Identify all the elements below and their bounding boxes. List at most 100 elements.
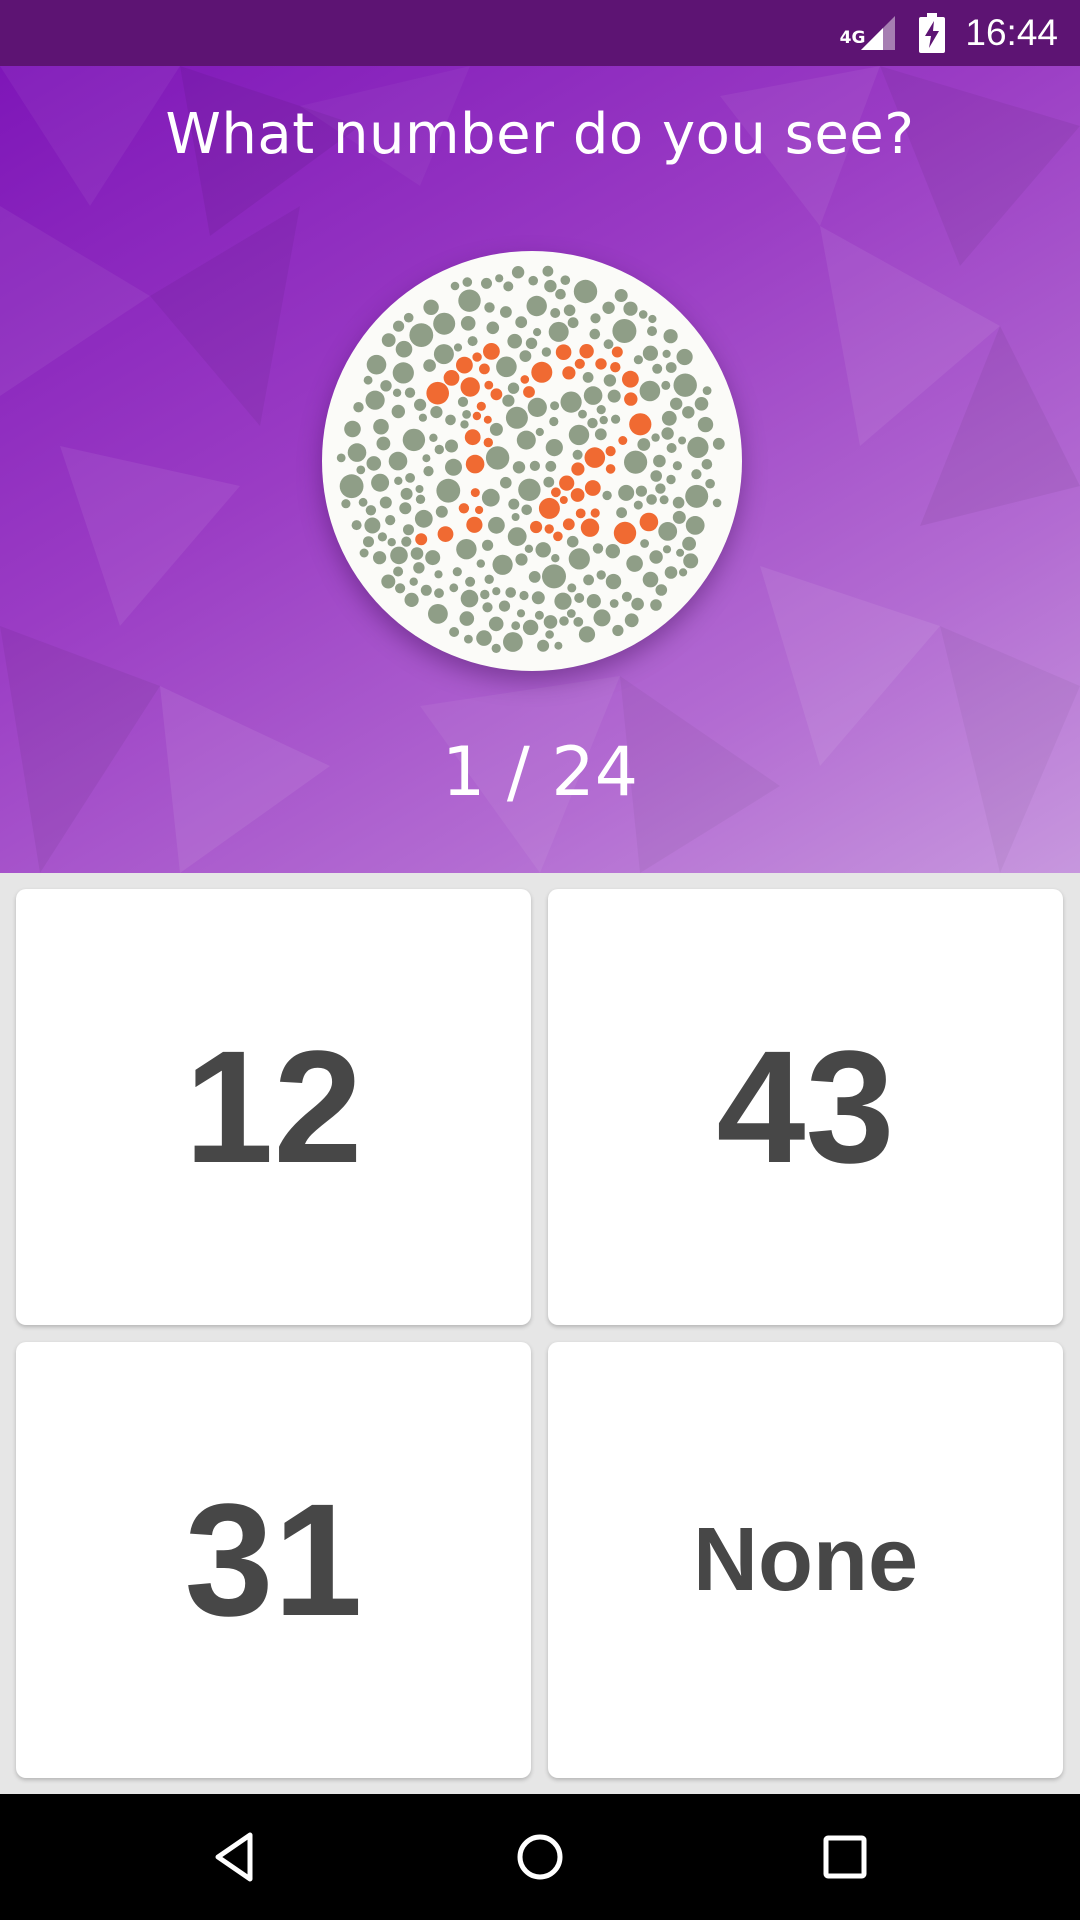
plate-dot bbox=[533, 328, 542, 337]
plate-dot bbox=[603, 339, 614, 350]
back-icon[interactable] bbox=[206, 1827, 266, 1887]
plate-dot bbox=[676, 548, 685, 557]
plate-dot bbox=[434, 444, 444, 455]
plate-dot bbox=[663, 329, 678, 344]
plate-dot bbox=[373, 551, 387, 565]
plate-dot bbox=[437, 526, 454, 542]
plate-dot bbox=[415, 494, 426, 504]
plate-dot bbox=[652, 363, 663, 374]
plate-dot bbox=[435, 505, 448, 518]
plate-dot bbox=[401, 536, 412, 547]
plate-dot bbox=[528, 571, 541, 583]
plate-dot bbox=[611, 414, 621, 424]
status-bar: 4G 16:44 bbox=[0, 0, 1080, 66]
plate-dot bbox=[336, 453, 346, 463]
plate-dot bbox=[365, 390, 385, 410]
plate-dot bbox=[520, 375, 530, 384]
plate-dot bbox=[351, 520, 362, 531]
plate-dot bbox=[379, 496, 392, 509]
plate-dot bbox=[426, 381, 449, 405]
recent-apps-icon[interactable] bbox=[815, 1827, 875, 1887]
plate-dot bbox=[380, 380, 392, 392]
plate-dot bbox=[638, 310, 648, 319]
plate-dot bbox=[420, 584, 432, 596]
plate-dot bbox=[618, 436, 628, 445]
plate-dot bbox=[685, 484, 709, 508]
plate-dot bbox=[409, 323, 434, 347]
answer-button-4[interactable]: None bbox=[548, 1342, 1063, 1778]
plate-dot bbox=[568, 548, 590, 570]
plate-dot bbox=[646, 494, 657, 505]
plate-dot bbox=[391, 404, 405, 419]
plate-dot bbox=[651, 433, 660, 442]
plate-dot bbox=[572, 449, 583, 460]
plate-dot bbox=[512, 461, 526, 474]
plate-dot bbox=[666, 443, 677, 453]
plate-dot bbox=[661, 427, 674, 440]
plate-dot bbox=[633, 500, 643, 510]
plate-dot bbox=[587, 417, 598, 429]
plate-dot bbox=[433, 312, 456, 335]
plate-dot bbox=[483, 437, 493, 448]
plate-dot bbox=[624, 450, 648, 474]
plate-dot bbox=[682, 536, 696, 551]
answer-button-2[interactable]: 43 bbox=[548, 889, 1063, 1325]
plate-dot bbox=[363, 375, 373, 385]
plate-dot bbox=[554, 592, 572, 610]
plate-dot bbox=[390, 546, 408, 565]
plate-dot bbox=[519, 350, 532, 362]
plate-dot bbox=[542, 564, 566, 589]
plate-dot bbox=[366, 456, 382, 471]
plate-dot bbox=[605, 544, 620, 559]
plate-dot bbox=[662, 545, 672, 554]
plate-dot bbox=[490, 388, 503, 401]
plate-dot bbox=[452, 567, 462, 577]
plate-dot bbox=[592, 543, 604, 554]
plate-dot bbox=[457, 396, 469, 407]
plate-dot bbox=[589, 328, 601, 340]
plate-dot bbox=[555, 344, 572, 360]
plate-dot bbox=[578, 409, 587, 419]
plate-dot bbox=[596, 405, 606, 415]
plate-dot bbox=[702, 386, 712, 395]
plate-dot bbox=[373, 418, 389, 435]
plate-dot bbox=[445, 414, 456, 426]
plate-dot bbox=[518, 478, 541, 501]
home-icon[interactable] bbox=[510, 1827, 570, 1887]
plate-dot bbox=[567, 317, 579, 329]
plate-dot bbox=[482, 539, 494, 551]
plate-dot bbox=[548, 321, 569, 342]
plate-dot bbox=[567, 583, 577, 593]
plate-dot bbox=[462, 410, 471, 419]
plate-dot bbox=[578, 626, 596, 643]
plate-dot bbox=[633, 355, 643, 365]
plate-dot bbox=[483, 415, 492, 424]
plate-dot bbox=[481, 277, 492, 289]
plate-dot bbox=[413, 562, 425, 574]
plate-dot bbox=[559, 616, 569, 626]
plate-dot bbox=[467, 336, 478, 347]
plate-dot bbox=[445, 439, 458, 453]
answer-button-1[interactable]: 12 bbox=[16, 889, 531, 1325]
plate-dot bbox=[465, 576, 476, 587]
plate-dot bbox=[377, 532, 387, 542]
plate-dot bbox=[433, 344, 454, 365]
plate-dot bbox=[485, 446, 510, 470]
plate-dot bbox=[527, 397, 547, 417]
plate-dot bbox=[491, 643, 501, 653]
plate-dot bbox=[559, 496, 568, 504]
plate-dot bbox=[605, 464, 616, 474]
plate-dot bbox=[387, 538, 396, 547]
answer-button-3[interactable]: 31 bbox=[16, 1342, 531, 1778]
plate-dot bbox=[418, 413, 427, 422]
plate-dot bbox=[618, 484, 635, 501]
plate-dot bbox=[712, 437, 725, 450]
plate-dot bbox=[697, 416, 714, 433]
plate-dot bbox=[464, 634, 473, 644]
plate-dot bbox=[381, 333, 396, 347]
plate-dot bbox=[545, 630, 554, 639]
plate-dot bbox=[599, 415, 608, 425]
plate-dot bbox=[339, 474, 364, 499]
plate-dot bbox=[661, 410, 677, 426]
plate-dot bbox=[672, 510, 686, 524]
